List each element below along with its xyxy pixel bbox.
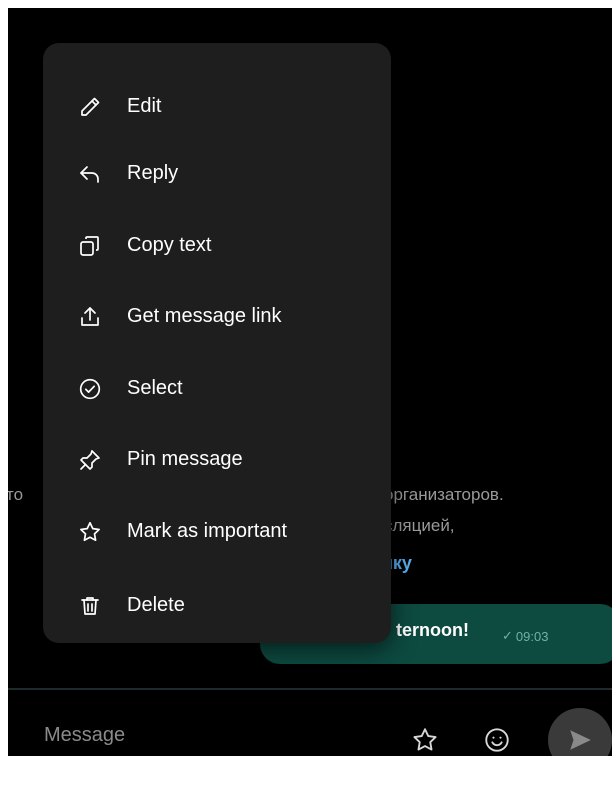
menu-item-label: Reply xyxy=(127,162,179,184)
menu-item-edit[interactable]: Edit xyxy=(43,83,391,131)
menu-item-label: Select xyxy=(127,377,183,399)
menu-item-label: Copy text xyxy=(127,234,212,256)
share-icon xyxy=(77,304,103,330)
message-text-fragment: организаторов. xyxy=(384,485,504,504)
menu-item-label: Mark as important xyxy=(127,520,288,542)
trash-icon xyxy=(77,593,103,619)
emoji-button[interactable] xyxy=(480,723,514,756)
menu-item-mark-as-important[interactable]: Mark as important xyxy=(43,508,391,556)
outgoing-message-text: ternoon! xyxy=(396,620,469,640)
smiley-icon xyxy=(485,728,509,752)
menu-item-get-message-link[interactable]: Get message link xyxy=(43,293,391,341)
read-check-icon: ✓ xyxy=(502,628,513,643)
chat-window: то организаторов. сляцией, пку ternoon! … xyxy=(8,8,612,756)
menu-item-label: Edit xyxy=(127,95,162,117)
message-text-fragment: то xyxy=(8,485,24,504)
menu-item-copy-text[interactable]: Copy text xyxy=(43,222,391,270)
star-icon xyxy=(77,519,103,545)
message-context-menu: Edit Reply Copy text Get message link Se… xyxy=(43,43,391,643)
message-text-fragment: сляцией, xyxy=(384,516,455,535)
menu-item-label: Get message link xyxy=(127,305,282,327)
send-button[interactable] xyxy=(548,708,612,756)
check-circle-icon xyxy=(77,376,103,402)
copy-icon xyxy=(77,233,103,259)
menu-item-reply[interactable]: Reply xyxy=(43,150,391,198)
reply-icon xyxy=(77,161,103,187)
message-status: ✓ 09:03 xyxy=(502,628,548,644)
favorite-button[interactable] xyxy=(408,723,442,756)
menu-item-delete[interactable]: Delete xyxy=(43,582,391,630)
menu-item-select[interactable]: Select xyxy=(43,365,391,413)
menu-item-label: Pin message xyxy=(127,448,243,470)
composer-divider xyxy=(8,688,612,690)
pencil-icon xyxy=(77,94,103,120)
message-time: 09:03 xyxy=(515,628,549,644)
pin-icon xyxy=(77,447,103,473)
send-icon xyxy=(570,730,591,750)
menu-item-pin-message[interactable]: Pin message xyxy=(43,436,391,484)
star-icon xyxy=(413,728,437,751)
menu-item-label: Delete xyxy=(127,594,185,616)
message-input[interactable] xyxy=(44,724,324,747)
